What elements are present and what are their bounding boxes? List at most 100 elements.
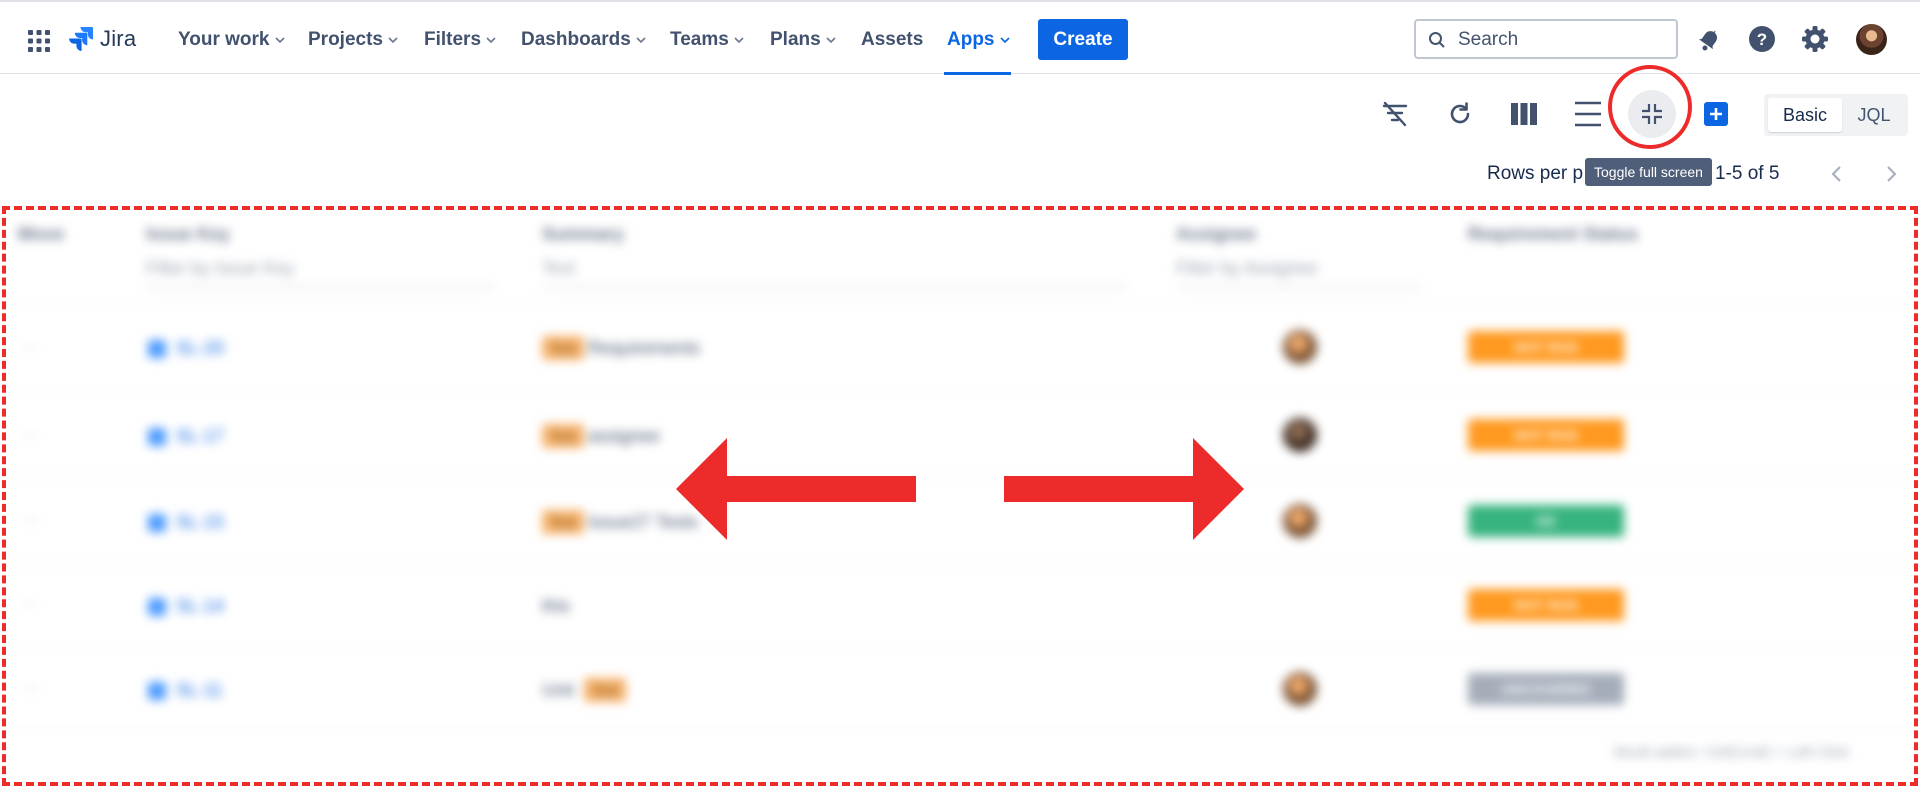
nav-filters[interactable]: Filters: [424, 26, 497, 54]
summary-tag: Test: [584, 678, 626, 702]
issue-key-filter[interactable]: Filter by Issue Key: [146, 258, 294, 279]
issue-type-icon: [148, 682, 166, 700]
help-icon[interactable]: ?: [1747, 24, 1777, 54]
row-divider: [0, 476, 1920, 477]
summary-text: this: [542, 596, 571, 616]
search-box[interactable]: [1414, 19, 1678, 59]
toggle-full-screen-button[interactable]: [1628, 90, 1676, 138]
issue-type-icon: [148, 340, 166, 358]
summary-tag: Test: [542, 510, 584, 534]
status-badge: OK: [1468, 505, 1624, 537]
status-badge: NOT RUN: [1468, 589, 1624, 621]
create-button[interactable]: Create: [1038, 19, 1128, 60]
search-input[interactable]: [1456, 26, 1670, 54]
status-badge: UNCOVERED: [1468, 673, 1624, 705]
add-button[interactable]: [1704, 102, 1728, 126]
assignee-avatar: [1283, 672, 1317, 706]
notifications-icon[interactable]: [1694, 24, 1724, 54]
search-mode-toggle: Basic JQL: [1764, 94, 1908, 136]
status-badge: NOT RUN: [1468, 419, 1624, 451]
status-badge: NOT RUN: [1468, 331, 1624, 363]
nav-teams[interactable]: Teams: [670, 26, 745, 54]
column-header-requirement-status[interactable]: Requirement Status: [1468, 224, 1638, 245]
move-handle[interactable]: ···: [22, 338, 38, 356]
nav-label: Assets: [861, 29, 924, 50]
row-divider: [0, 390, 1920, 391]
app-switcher-icon[interactable]: [28, 30, 50, 52]
toggle-full-screen-icon: [1642, 104, 1662, 124]
basic-mode-button[interactable]: Basic: [1768, 98, 1842, 132]
issues-table-content: Move Issue Key Summary Assignee Requirem…: [0, 206, 1920, 788]
assignee-filter-underline: [1176, 286, 1420, 288]
summary-text: Unit: [542, 680, 575, 700]
summary-tag: Test: [542, 424, 584, 448]
previous-page-icon[interactable]: [1826, 163, 1848, 185]
nav-dashboards[interactable]: Dashboards: [521, 26, 647, 54]
assignee-avatar: [1283, 330, 1317, 364]
issue-key-link[interactable]: SL-20: [176, 338, 224, 359]
settings-icon[interactable]: [1800, 24, 1830, 54]
nav-label: Projects: [308, 29, 383, 50]
density-button[interactable]: [1571, 97, 1605, 131]
nav-label: Apps: [947, 29, 995, 50]
chevron-down-icon: [274, 37, 285, 44]
move-handle[interactable]: ···: [22, 680, 38, 698]
clear-filters-button[interactable]: [1378, 97, 1412, 131]
search-icon: [1429, 32, 1445, 48]
tooltip: Toggle full screen: [1585, 158, 1712, 186]
column-header-assignee[interactable]: Assignee: [1176, 224, 1256, 245]
nav-plans[interactable]: Plans: [770, 26, 837, 54]
chevron-down-icon: [388, 37, 398, 44]
column-header-issue-key[interactable]: Issue Key: [146, 224, 230, 245]
chevron-down-icon: [734, 37, 744, 44]
move-handle[interactable]: ···: [22, 596, 38, 614]
issue-type-icon: [148, 428, 166, 446]
next-page-icon[interactable]: [1880, 163, 1902, 185]
issue-key-filter-underline: [146, 286, 496, 288]
jql-mode-button[interactable]: JQL: [1844, 98, 1904, 132]
chevron-down-icon: [486, 37, 496, 44]
issue-key-link[interactable]: SL-14: [176, 596, 224, 617]
user-avatar[interactable]: [1856, 24, 1887, 55]
summary-text: Requirements: [588, 338, 701, 358]
clear-filters-icon: [1382, 101, 1408, 127]
columns-button[interactable]: [1507, 97, 1541, 131]
chevron-down-icon: [999, 37, 1010, 44]
row-divider: [0, 562, 1920, 563]
nav-label: Filters: [424, 29, 482, 50]
column-header-summary[interactable]: Summary: [542, 224, 624, 245]
assignee-avatar: [1283, 418, 1317, 452]
jira-logo[interactable]: Jira: [68, 24, 136, 54]
nav-assets[interactable]: Assets: [861, 26, 923, 54]
top-navigation: Jira Your work Projects Filters Dashboar…: [0, 0, 1920, 75]
add-icon: [1710, 108, 1722, 120]
page-range: 1-5 of 5: [1715, 163, 1780, 184]
row-divider: [0, 646, 1920, 647]
jira-logo-icon: [69, 27, 93, 51]
nav-label: Teams: [670, 29, 729, 50]
nav-projects[interactable]: Projects: [308, 26, 399, 54]
assignee-avatar: [1283, 504, 1317, 538]
chevron-down-icon: [636, 37, 646, 44]
refresh-button[interactable]: [1443, 97, 1477, 131]
row-divider: [0, 728, 1920, 729]
refresh-icon: [1450, 102, 1470, 124]
issue-key-link[interactable]: SL-15: [176, 512, 224, 533]
column-header-move[interactable]: Move: [18, 224, 64, 245]
move-handle[interactable]: ···: [22, 426, 38, 444]
summary-filter[interactable]: Text: [542, 258, 575, 279]
row-divider: [0, 302, 1920, 303]
nav-your-work[interactable]: Your work: [178, 26, 286, 54]
chevron-down-icon: [826, 37, 836, 44]
move-handle[interactable]: ···: [22, 512, 38, 530]
issue-key-link[interactable]: SL-17: [176, 426, 224, 447]
nav-label: Your work: [178, 29, 270, 50]
summary-filter-underline: [542, 286, 1128, 288]
nav-apps[interactable]: Apps: [947, 26, 1011, 54]
assignee-filter[interactable]: Filter by Assignee: [1176, 258, 1318, 279]
summary-tag: Test: [542, 336, 584, 360]
issue-key-link[interactable]: SL-11: [176, 680, 223, 701]
columns-icon: [1511, 103, 1537, 125]
nav-label: Plans: [770, 29, 821, 50]
issues-table: Move Issue Key Summary Assignee Requirem…: [0, 206, 1920, 788]
